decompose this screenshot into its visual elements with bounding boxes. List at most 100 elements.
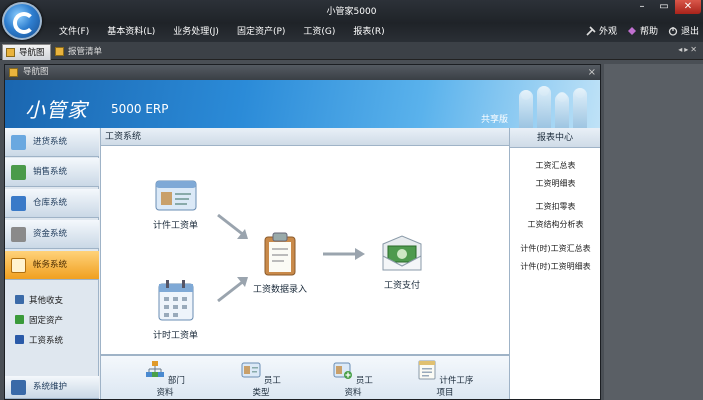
close-icon[interactable]: ×: [588, 65, 596, 80]
badge-icon: [241, 362, 261, 378]
time-wage-node[interactable]: 计时工资单: [153, 278, 198, 341]
tab-label: 报管清单: [68, 47, 103, 57]
report-wage-summary[interactable]: 工资汇总表: [510, 160, 601, 171]
sub-nav-label: 工资系统: [29, 336, 64, 346]
diamond-icon: [627, 26, 636, 35]
payroll-icon: [15, 335, 24, 344]
tab-strip: 导航图 报管清单: [0, 42, 703, 60]
appearance-button[interactable]: 外观: [586, 24, 617, 37]
tab-label: 导航图: [19, 48, 45, 58]
exit-label: 退出: [680, 27, 699, 37]
report-piece-time-summary[interactable]: 计件(时)工资汇总表: [510, 243, 601, 254]
help-label: 帮助: [639, 27, 658, 37]
wage-pay-label: 工资支付: [383, 281, 420, 291]
id-card-icon: [155, 180, 196, 211]
org-chart-icon: [146, 361, 165, 377]
report-piece-time-detail[interactable]: 计件(时)工资明细表: [510, 261, 601, 272]
sub-nav-label: 固定资产: [29, 316, 64, 326]
nav-warehouse-label: 仓库系统: [33, 198, 68, 208]
accounting-icon: [11, 258, 26, 273]
nav-warehouse[interactable]: 仓库系统: [5, 189, 99, 218]
close-window-button[interactable]: ✕: [675, 0, 701, 14]
window-controls: – ▭ ✕: [631, 0, 701, 14]
report-center-panel: 报表中心 工资汇总表 工资明细表 工资扣零表 工资结构分析表 计件(时)工资汇总…: [509, 128, 600, 399]
nav-maintenance-label: 系统维护: [33, 382, 68, 392]
edition-label: 共享版: [480, 115, 508, 125]
maximize-button[interactable]: ▭: [653, 0, 675, 14]
nav-purchase-label: 进货系统: [33, 137, 68, 147]
employee-info-item[interactable]: 员工资料: [333, 360, 373, 398]
calendar-icon: [158, 280, 193, 321]
nav-accounting[interactable]: 帐务系统: [5, 251, 99, 280]
nav-funds[interactable]: 资金系统: [5, 220, 99, 249]
tab-report-list[interactable]: 报管清单: [52, 44, 107, 60]
nav-accounting-label: 帐务系统: [33, 260, 68, 270]
funds-icon: [11, 227, 26, 242]
list-document-icon: [418, 360, 436, 380]
report-wage-rounding[interactable]: 工资扣零表: [510, 201, 601, 212]
arrow-up-right-icon: [217, 277, 248, 303]
title-bar: 小管家5000 – ▭ ✕ 文件(F) 基本资料(L) 业务处理(J) 固定资产…: [0, 0, 703, 42]
tools-icon: [586, 25, 596, 36]
minimize-button[interactable]: –: [631, 0, 653, 14]
power-icon: [668, 26, 678, 36]
arrow-right-icon: [323, 248, 365, 260]
right-menu: 外观 帮助 退出: [586, 24, 699, 37]
left-navigation: 进货系统 销售系统 仓库系统 资金系统 帐务系统 其他收支 固定资产 工资系统 …: [5, 128, 99, 399]
income-icon: [15, 295, 24, 304]
brand-name: 小管家: [25, 98, 88, 122]
money-envelope-icon: [382, 235, 422, 271]
window-icon: [9, 68, 18, 77]
wage-entry-label: 工资数据录入: [253, 285, 308, 295]
inner-window-title: 导航图 ×: [5, 65, 600, 80]
window-title: 小管家5000: [326, 7, 377, 17]
product-name: 5000 ERP: [111, 102, 169, 116]
menu-payroll[interactable]: 工资(G): [294, 25, 344, 39]
clipboard-icon: [264, 232, 296, 276]
department-info-item[interactable]: 部门资料: [145, 360, 185, 398]
menu-basic-data[interactable]: 基本资料(L): [98, 25, 164, 39]
sub-nav-label: 其他收支: [29, 296, 64, 306]
asset-icon: [15, 315, 24, 324]
workflow-panel: 工资系统 计件工资单 计时工资单 工资数据录入 工资支付 部门资料 员工类型 员…: [100, 128, 510, 399]
menu-bar: 文件(F) 基本资料(L) 业务处理(J) 固定资产(P) 工资(G) 报表(R…: [50, 25, 394, 39]
piece-process-label: 计件工序项目: [436, 376, 474, 398]
nav-purchase[interactable]: 进货系统: [5, 128, 99, 157]
report-wage-structure[interactable]: 工资结构分析表: [510, 219, 601, 230]
report-wage-detail[interactable]: 工资明细表: [510, 178, 601, 189]
time-wage-label: 计时工资单: [153, 331, 199, 341]
nav-sales[interactable]: 销售系统: [5, 158, 99, 187]
appearance-label: 外观: [598, 27, 617, 37]
maintenance-icon: [11, 380, 26, 395]
arrow-down-right-icon: [217, 213, 248, 239]
purchase-icon: [11, 135, 26, 150]
sub-nav-fixed-assets[interactable]: 固定资产: [15, 314, 63, 326]
piece-wage-node[interactable]: 计件工资单: [153, 178, 198, 231]
piece-process-item[interactable]: 计件工序项目: [415, 360, 475, 398]
add-employee-icon: [333, 362, 353, 379]
employee-type-item[interactable]: 员工类型: [241, 360, 281, 398]
sub-nav-payroll[interactable]: 工资系统: [15, 334, 63, 346]
wage-pay-node[interactable]: 工资支付: [381, 234, 423, 291]
nav-funds-label: 资金系统: [33, 229, 68, 239]
tab-nav-map[interactable]: 导航图: [2, 44, 51, 60]
piece-wage-label: 计件工资单: [153, 221, 199, 231]
menu-fixed-assets[interactable]: 固定资产(P): [228, 25, 294, 39]
menu-reports[interactable]: 报表(R): [344, 25, 393, 39]
exit-button[interactable]: 退出: [668, 24, 699, 37]
product-banner: 小管家 5000 ERP 共享版: [5, 80, 600, 128]
nav-maintenance[interactable]: 系统维护: [5, 376, 99, 399]
nav-map-window: 导航图 × 小管家 5000 ERP 共享版 进货系统 销售系统 仓库系统 资金…: [4, 64, 601, 400]
workspace-background: [604, 64, 703, 400]
warehouse-icon: [11, 196, 26, 211]
menu-business[interactable]: 业务处理(J): [164, 25, 228, 39]
menu-file[interactable]: 文件(F): [50, 25, 98, 39]
report-center-header: 报表中心: [510, 128, 600, 148]
nav-sales-label: 销售系统: [33, 167, 68, 177]
help-button[interactable]: 帮助: [627, 24, 658, 37]
sub-nav-other-income[interactable]: 其他收支: [15, 294, 63, 306]
tab-icon: [6, 48, 15, 57]
wage-entry-node[interactable]: 工资数据录入: [253, 232, 307, 295]
tab-scroll-arrows[interactable]: ◂▸✕: [678, 45, 699, 54]
quick-access-bar: 部门资料 员工类型 员工资料 计件工序项目: [101, 354, 510, 399]
